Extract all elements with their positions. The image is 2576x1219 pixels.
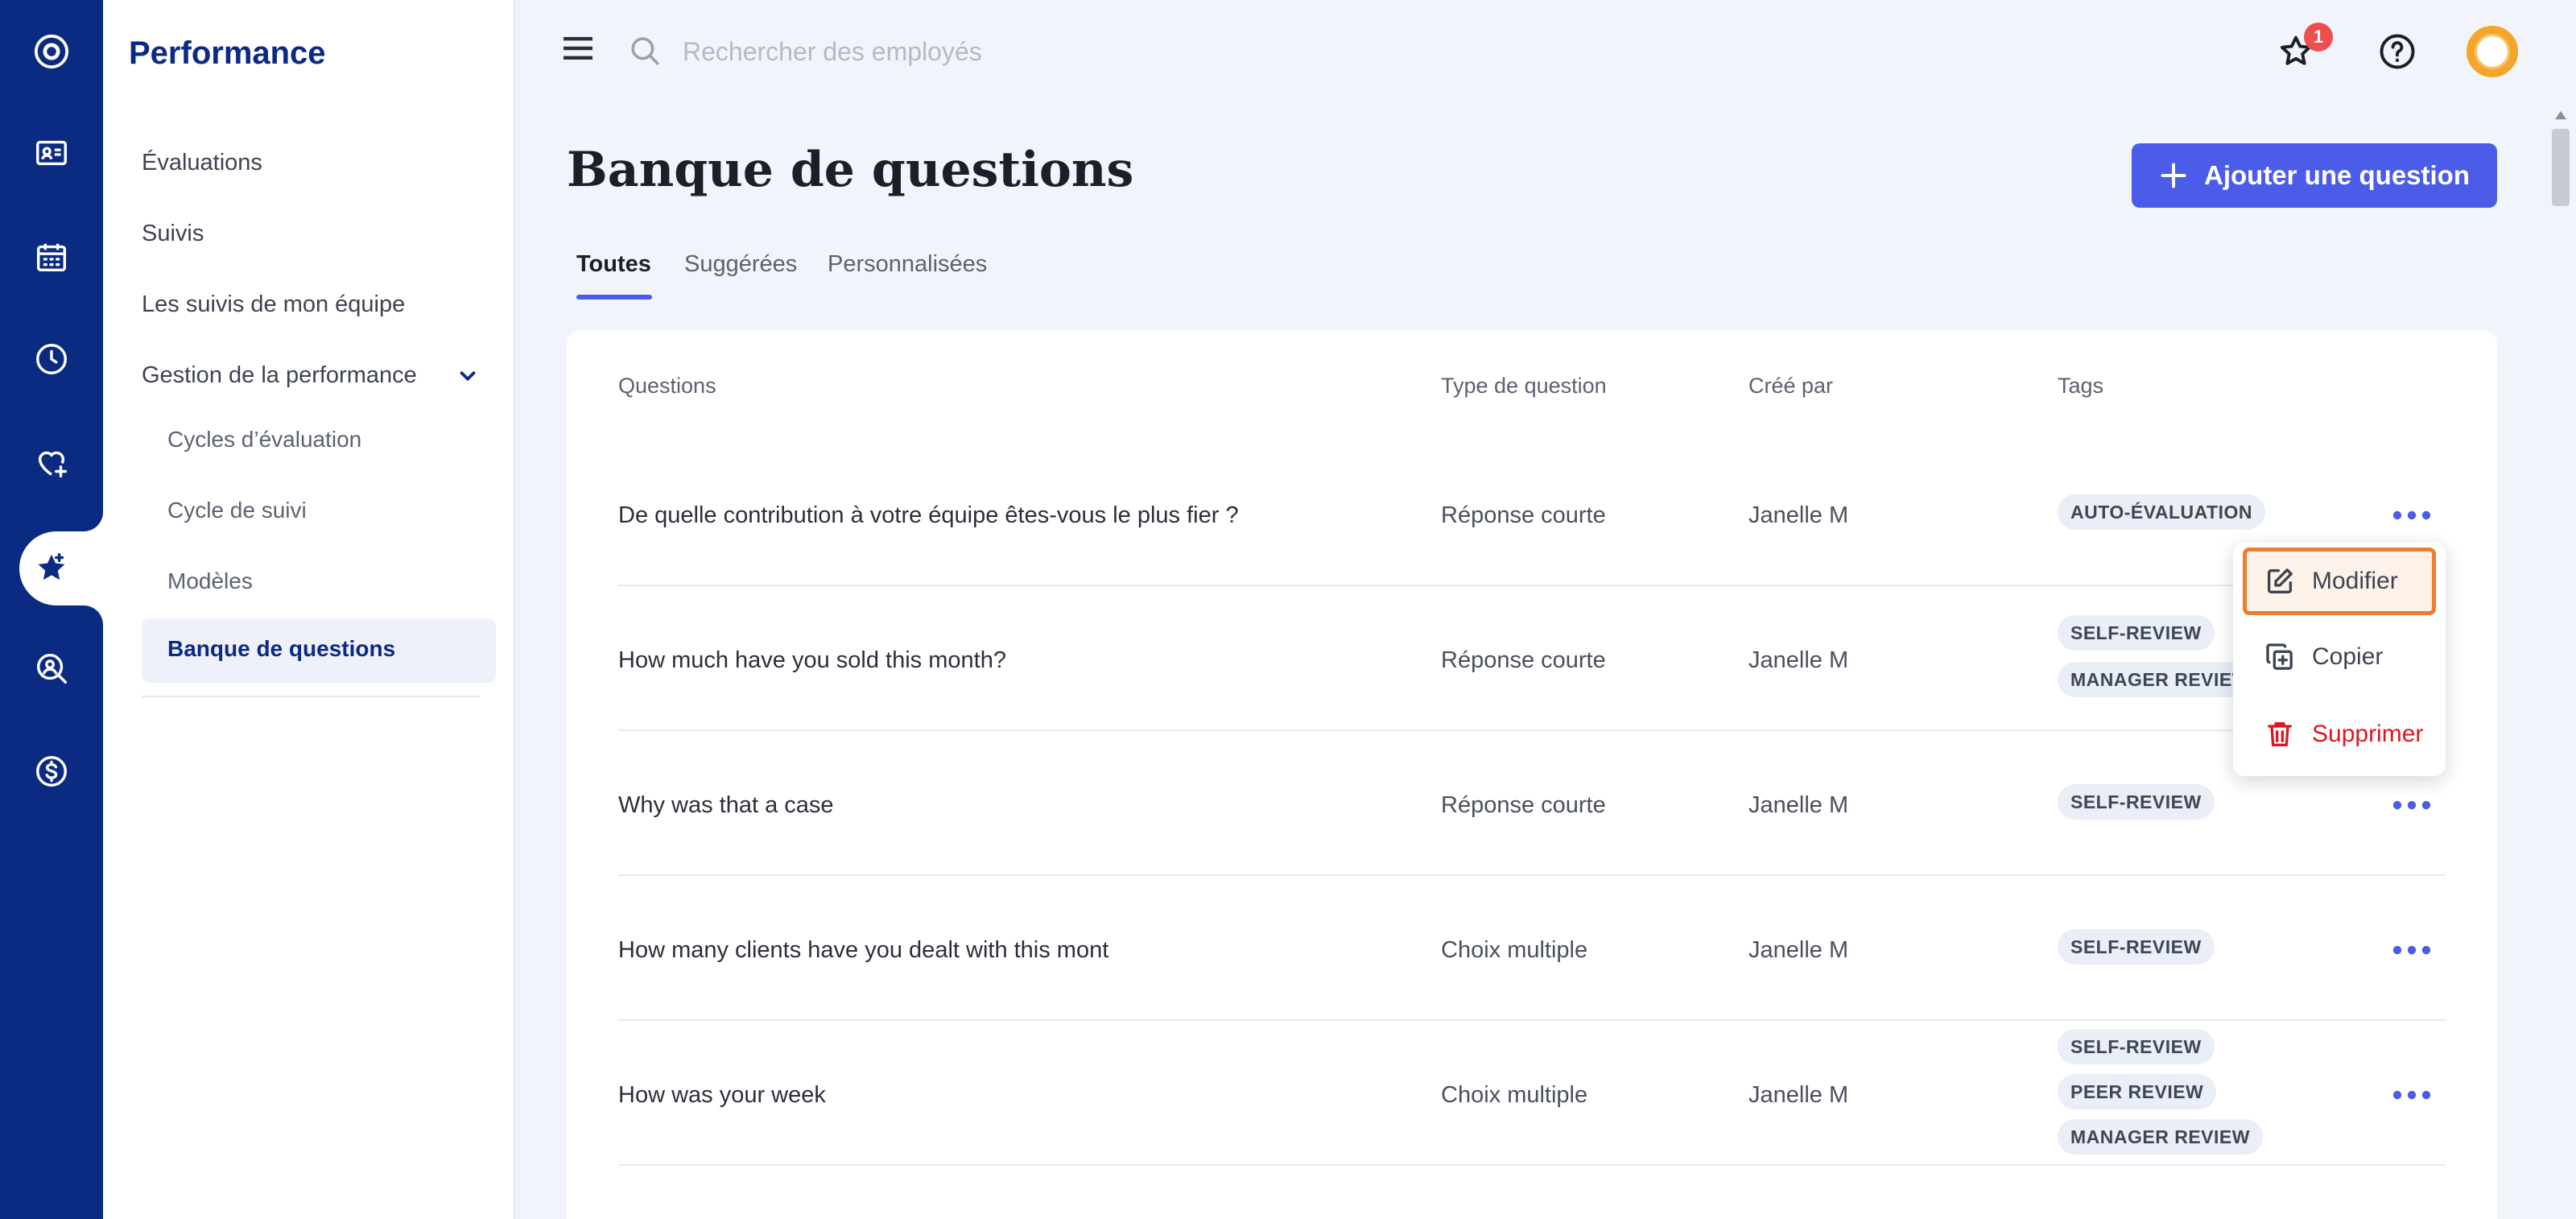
row-divider [618, 585, 2446, 586]
row-actions-menu: Modifier Copier Supprimer [2233, 543, 2446, 776]
rail-active-notch-top [84, 512, 103, 531]
chevron-down-icon[interactable] [456, 364, 480, 388]
sidebar-subitem-followup-cycle[interactable]: Cycle de suivi [167, 498, 307, 523]
edit-icon [2268, 568, 2293, 593]
row-type: Choix multiple [1441, 937, 1588, 963]
header-questions[interactable]: Questions [618, 374, 716, 399]
header-question-type[interactable]: Type de question [1441, 374, 1607, 399]
row-question[interactable]: De quelle contribution à votre équipe êt… [618, 502, 1239, 529]
sidebar [103, 0, 515, 1219]
id-card-icon[interactable] [19, 121, 84, 185]
row-created-by: Janelle M [1748, 1082, 1849, 1108]
logo-icon[interactable] [19, 19, 84, 84]
sidebar-divider [142, 696, 480, 697]
sidebar-item-evaluations[interactable]: Évaluations [142, 150, 262, 176]
row-type: Réponse courte [1441, 502, 1606, 528]
row-created-by: Janelle M [1748, 502, 1849, 528]
header-tags[interactable]: Tags [2058, 374, 2103, 399]
row-question[interactable]: How much have you sold this month? [618, 647, 1006, 674]
add-question-label: Ajouter une question [2204, 160, 2470, 190]
row-type: Réponse courte [1441, 792, 1606, 818]
scrollbar-thumb[interactable] [2552, 129, 2570, 206]
menu-item-copy[interactable]: Copier [2243, 623, 2436, 691]
calendar-icon[interactable] [19, 225, 84, 290]
menu-item-edit-label: Modifier [2312, 568, 2398, 594]
sidebar-subitem-review-cycles[interactable]: Cycles d’évaluation [167, 427, 361, 452]
heart-plus-icon[interactable] [19, 430, 84, 494]
star-performance-icon[interactable] [19, 536, 84, 601]
active-tab-indicator [576, 295, 652, 300]
tag: SELF-REVIEW [2058, 1029, 2215, 1064]
row-divider [618, 874, 2446, 876]
row-question[interactable]: How was your week [618, 1082, 826, 1109]
row-type: Réponse courte [1441, 647, 1606, 673]
menu-item-copy-label: Copier [2312, 643, 2384, 670]
row-created-by: Janelle M [1748, 937, 1849, 963]
tab-all[interactable]: Toutes [576, 251, 651, 278]
more-options-icon[interactable] [2392, 507, 2431, 523]
more-options-icon[interactable] [2392, 797, 2431, 813]
search-input[interactable] [683, 29, 1246, 74]
row-type: Choix multiple [1441, 1082, 1588, 1108]
tag: SELF-REVIEW [2058, 784, 2215, 820]
dollar-icon[interactable] [19, 739, 84, 804]
hamburger-menu-icon[interactable] [564, 37, 592, 60]
more-options-icon[interactable] [2392, 1087, 2431, 1103]
tag: SELF-REVIEW [2058, 929, 2215, 965]
clock-icon[interactable] [19, 327, 84, 391]
row-divider [618, 1164, 2446, 1166]
tag: AUTO-ÉVALUATION [2058, 494, 2265, 530]
avatar[interactable] [2467, 26, 2518, 77]
row-question[interactable]: Why was that a case [618, 792, 834, 819]
menu-item-delete-label: Supprimer [2312, 721, 2424, 747]
trash-icon [2268, 722, 2292, 746]
copy-icon [2266, 643, 2293, 670]
row-question[interactable]: How many clients have you dealt with thi… [618, 937, 1108, 964]
row-divider [618, 1019, 2446, 1021]
sidebar-subitem-templates[interactable]: Modèles [167, 568, 253, 594]
menu-item-delete[interactable]: Supprimer [2243, 700, 2436, 768]
tag: PEER REVIEW [2058, 1074, 2217, 1109]
tab-suggested[interactable]: Suggérées [684, 251, 797, 278]
tab-custom[interactable]: Personnalisées [828, 251, 987, 278]
scrollbar[interactable] [2549, 105, 2573, 1219]
sidebar-item-team-followups[interactable]: Les suivis de mon équipe [142, 291, 405, 318]
sidebar-item-performance-management[interactable]: Gestion de la performance [142, 362, 417, 389]
tag: MANAGER REVIEW [2058, 662, 2263, 697]
notification-badge: 1 [2304, 23, 2333, 52]
search-icon [631, 37, 659, 65]
header-created-by[interactable]: Créé par [1748, 374, 1833, 399]
sidebar-subitem-question-bank-label: Banque de questions [167, 636, 396, 661]
scroll-up-arrow-icon[interactable] [2553, 110, 2568, 121]
row-divider [618, 729, 2446, 731]
row-created-by: Janelle M [1748, 792, 1849, 818]
sidebar-item-suivis[interactable]: Suivis [142, 221, 204, 247]
tag: MANAGER REVIEW [2058, 1119, 2263, 1155]
help-icon[interactable] [2376, 31, 2418, 72]
more-options-icon[interactable] [2392, 942, 2431, 958]
menu-item-edit[interactable]: Modifier [2243, 548, 2436, 615]
rail-active-notch-bottom [84, 605, 103, 625]
search-person-icon[interactable] [19, 636, 84, 700]
app-rail [0, 0, 103, 1219]
page-title: Banque de questions [567, 142, 1134, 198]
tag: SELF-REVIEW [2058, 615, 2215, 651]
plus-icon [2161, 163, 2186, 188]
add-question-button[interactable]: Ajouter une question [2132, 143, 2497, 208]
row-created-by: Janelle M [1748, 647, 1849, 673]
sidebar-title: Performance [129, 35, 326, 71]
